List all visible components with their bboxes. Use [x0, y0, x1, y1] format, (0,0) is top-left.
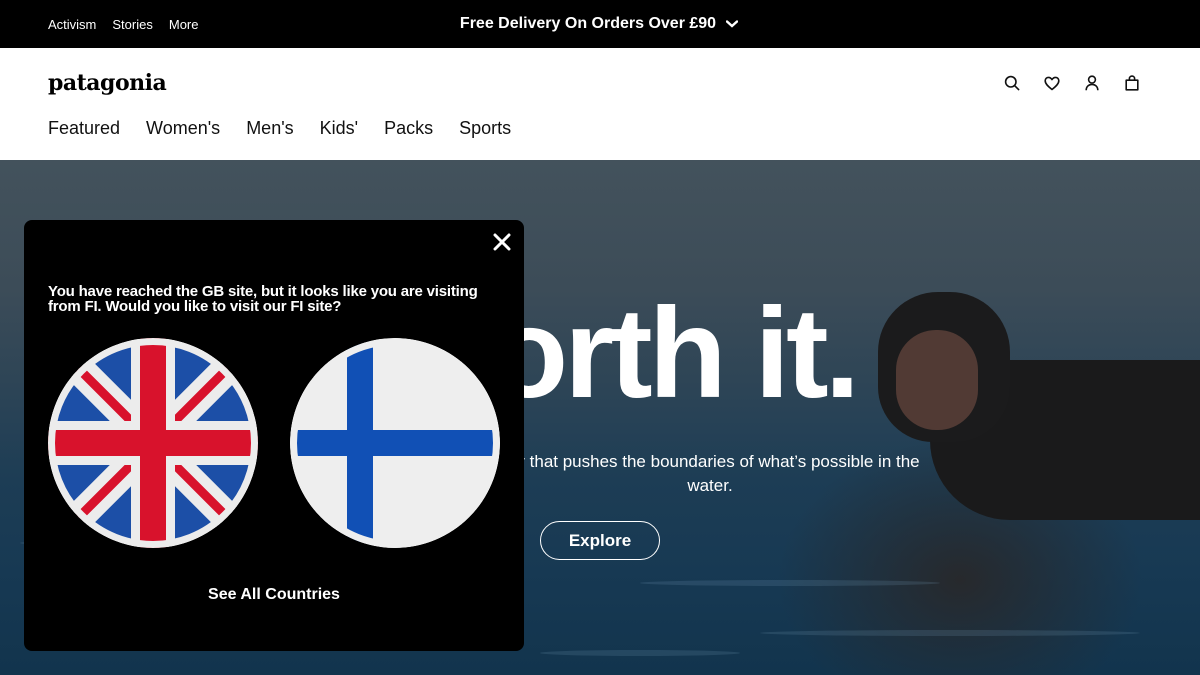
main-nav: Featured Women's Men's Kids' Packs Sport…: [48, 118, 511, 139]
promo-message-button[interactable]: Free Delivery On Orders Over £90: [0, 0, 1200, 48]
wave-decoration: [640, 580, 940, 586]
search-icon[interactable]: [1004, 74, 1020, 92]
bag-icon[interactable]: [1124, 74, 1140, 92]
heart-icon[interactable]: [1044, 74, 1060, 92]
nav-packs[interactable]: Packs: [384, 118, 433, 139]
nav-mens[interactable]: Men's: [246, 118, 293, 139]
hero-subtitle: ear that pushes the boundaries of what’s…: [500, 452, 920, 495]
finland-flag-icon[interactable]: [290, 338, 500, 548]
hero-title: orth it.: [490, 282, 860, 425]
header-utility-icons: [1004, 74, 1140, 92]
nav-featured[interactable]: Featured: [48, 118, 120, 139]
close-icon[interactable]: [492, 232, 512, 252]
promo-message: Free Delivery On Orders Over £90: [459, 15, 717, 32]
site-header: patagonia Featured Women's Men's Kids' P…: [0, 48, 1200, 160]
nav-kids[interactable]: Kids': [320, 118, 358, 139]
nav-sports[interactable]: Sports: [459, 118, 511, 139]
country-message: You have reached the GB site, but it loo…: [48, 283, 478, 315]
user-icon[interactable]: [1084, 74, 1100, 92]
explore-button[interactable]: Explore: [540, 521, 660, 560]
uk-flag-icon[interactable]: [48, 338, 258, 548]
surfer-face: [896, 330, 978, 430]
country-modal: You have reached the GB site, but it loo…: [24, 220, 524, 651]
see-all-countries-link[interactable]: See All Countries: [24, 586, 524, 604]
chevron-down-icon: [724, 16, 740, 32]
promo-bar: Activism Stories More Free Delivery On O…: [0, 0, 1200, 48]
wave-decoration: [540, 650, 740, 656]
nav-womens[interactable]: Women's: [146, 118, 220, 139]
patagonia-logo[interactable]: patagonia: [48, 70, 167, 96]
wave-decoration: [760, 630, 1140, 636]
